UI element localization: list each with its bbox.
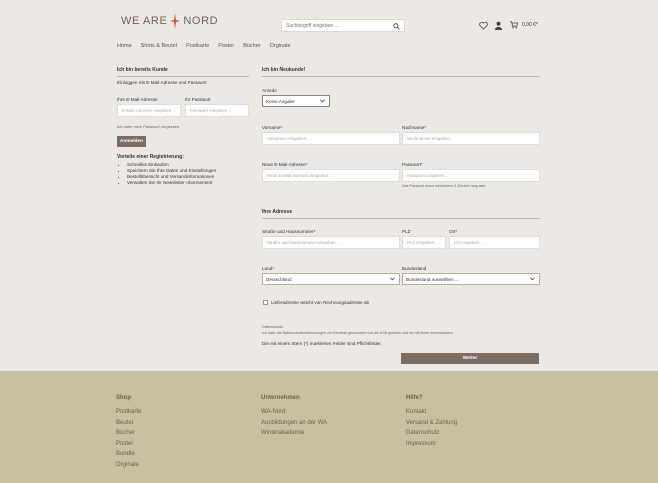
nav-item-poster[interactable]: Poster [218, 43, 234, 49]
login-title: Ich bin bereits Kunde [117, 67, 168, 73]
nav-item-buecher[interactable]: Bücher [243, 43, 260, 49]
password-hint: Das Passwort muss mindestens 8 Zeichen l… [402, 184, 487, 188]
benefits-title: Vorteile einer Registrierung: [117, 154, 184, 160]
state-value: Bundesland auswählen ... [406, 276, 459, 282]
footer-link[interactable]: Bundle [116, 449, 141, 460]
privacy-text: Ich habe die Datenschutzbestimmungen zur… [262, 331, 454, 335]
zip-field[interactable]: PLZ eingeben ... [402, 236, 446, 249]
login-divider [117, 76, 249, 77]
nav-item-shirts-beutel[interactable]: Shirts & Beutel [141, 43, 177, 49]
benefit-item: Verwalten Sie Ihr Newsletter-Abonnement [127, 180, 216, 186]
login-email-field[interactable]: E-Mail-Adresse eingeben ... [117, 104, 181, 117]
login-email-label: Ihre E-Mail-Adresse [117, 97, 158, 102]
register-email-label: Neue E-Mail-Adresse* [262, 162, 308, 167]
continue-button[interactable]: Weiter [401, 353, 539, 364]
logo-text-right: NORD [183, 15, 219, 27]
logo[interactable]: WE ARE NORD [121, 13, 218, 29]
compass-star-icon [170, 13, 181, 29]
salutation-label: Anrede [262, 88, 277, 93]
footer-col-help: Hilfe? Kontakt Versand & Zahlung Datensc… [406, 395, 457, 449]
nav-item-orginale[interactable]: Orginale [270, 43, 291, 49]
shipping-checkbox[interactable] [263, 300, 268, 305]
register-password-label: Passwort* [402, 162, 423, 167]
lastname-field[interactable]: Nachnamen eingeben ... [402, 132, 540, 145]
footer-help-title: Hilfe? [406, 395, 423, 401]
address-divider [262, 218, 540, 219]
user-icon[interactable] [494, 21, 503, 30]
login-subtitle: Einloggen mit E-Mail-Adresse und Passwor… [117, 80, 207, 85]
country-value: Deutschland [266, 276, 292, 282]
state-label: Bundesland [402, 266, 427, 271]
nav-item-postkarte[interactable]: Postkarte [186, 43, 209, 49]
benefits-list: Schnelles Einkaufen Speichern Sie Ihre D… [117, 162, 216, 186]
footer-col-company: Unternehmen WA-Nord Ausbildungen an der … [261, 395, 327, 439]
footer-link[interactable]: WA-Nord [261, 407, 327, 418]
main-nav: Home Shirts & Beutel Postkarte Poster Bü… [117, 43, 290, 49]
country-select[interactable]: Deutschland [262, 273, 400, 285]
footer-col-shop: Shop Postkarte Beutel Bücher Poster Bund… [116, 395, 141, 470]
street-field[interactable]: Straße und Hausnummer eingeben ... [262, 236, 400, 249]
footer-link[interactable]: Impressum [406, 439, 457, 450]
footer-link[interactable]: Datenschutz [406, 428, 457, 439]
address-title: Ihre Adresse [262, 209, 293, 215]
country-label: Land* [262, 266, 275, 271]
footer-shop-title: Shop [116, 395, 131, 401]
footer-link[interactable]: Orginale [116, 460, 141, 471]
firstname-label: Vorname* [262, 125, 283, 130]
search-box [281, 19, 405, 32]
footer-link[interactable]: Winterakademie [261, 428, 327, 439]
city-label: Ort* [449, 229, 458, 234]
login-password-label: Ihr Passwort [185, 97, 211, 102]
privacy-title: Datenschutz [262, 325, 284, 329]
chevron-down-icon [390, 277, 395, 281]
register-password-field[interactable]: Passwort eingeben ... [402, 169, 540, 182]
footer: Shop Postkarte Beutel Bücher Poster Bund… [0, 371, 658, 483]
city-field[interactable]: Ort eingeben ... [449, 236, 540, 249]
footer-link[interactable]: Poster [116, 439, 141, 450]
footer-company-title: Unternehmen [261, 395, 300, 401]
salutation-select[interactable]: Keine Angabe [262, 95, 330, 107]
cart-total: 0,00 €* [522, 22, 538, 28]
lastname-label: Nachname* [402, 125, 427, 130]
salutation-value: Keine Angabe [266, 98, 295, 104]
login-password-field[interactable]: Passwort eingeben ... [185, 104, 249, 117]
nav-item-home[interactable]: Home [117, 43, 132, 49]
heart-icon[interactable] [479, 21, 488, 30]
cart-button[interactable]: 0,00 €* [510, 21, 538, 29]
forgot-password-link[interactable]: Ich habe mein Passwort vergessen. [117, 124, 180, 129]
required-note: Die mit einem Stern (*) markierten Felde… [262, 341, 382, 346]
footer-link[interactable]: Versand & Zahlung [406, 418, 457, 429]
footer-link[interactable]: Kontakt [406, 407, 457, 418]
search-icon[interactable] [393, 23, 400, 30]
shipping-checkbox-row: Lieferadresse weicht von Rechnungsadress… [263, 300, 369, 305]
footer-link[interactable]: Bücher [116, 428, 141, 439]
chevron-down-icon [530, 277, 535, 281]
footer-link[interactable]: Ausbildungen an der WA [261, 418, 327, 429]
zip-label: PLZ [402, 229, 411, 234]
search-input[interactable] [286, 22, 404, 29]
shipping-checkbox-label[interactable]: Lieferadresse weicht von Rechnungsadress… [271, 300, 369, 305]
register-title: Ich bin Neukunde! [262, 67, 306, 73]
register-divider [262, 76, 540, 77]
footer-link[interactable]: Postkarte [116, 407, 141, 418]
footer-link[interactable]: Beutel [116, 418, 141, 429]
chevron-down-icon [320, 99, 325, 103]
logo-text-left: WE ARE [121, 15, 168, 27]
firstname-field[interactable]: Vornamen eingeben ... [262, 132, 400, 145]
register-email-field[interactable]: Neue E-Mail-Adresse eingeben ... [262, 169, 400, 182]
state-select[interactable]: Bundesland auswählen ... [402, 273, 540, 285]
street-label: Straße und Hausnummer* [262, 229, 316, 234]
login-button[interactable]: Anmelden [117, 136, 146, 147]
cart-icon [510, 21, 518, 29]
